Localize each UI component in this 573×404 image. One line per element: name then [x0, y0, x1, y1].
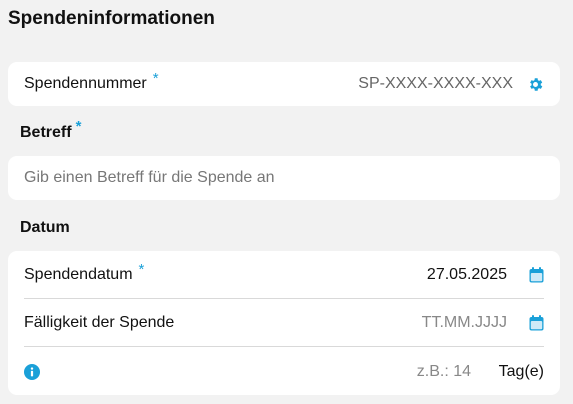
date-section-label: Datum [20, 219, 70, 236]
date-card: Spendendatum * 27.05.2025 Fälligkeit der… [8, 251, 560, 395]
gear-icon[interactable] [527, 76, 544, 98]
divider [24, 346, 544, 347]
subject-label-group: Betreff * [20, 118, 81, 142]
subject-input[interactable]: Gib einen Betreff für die Spende an [8, 156, 560, 200]
required-mark: * [152, 69, 159, 87]
donation-date-value: 27.05.2025 [426, 266, 507, 283]
donation-date-label: Spendendatum [24, 266, 133, 283]
due-date-label: Fälligkeit der Spende [24, 314, 175, 331]
days-unit-label: Tag(e) [498, 363, 544, 380]
info-icon[interactable] [24, 364, 40, 385]
calendar-icon[interactable] [529, 315, 544, 336]
required-mark: * [138, 260, 145, 278]
donation-number-label: Spendennummer [24, 75, 147, 92]
due-date-placeholder: TT.MM.JJJJ [421, 314, 507, 331]
calendar-icon[interactable] [529, 267, 544, 288]
required-mark: * [75, 118, 82, 135]
days-input[interactable]: z.B.: 14 [417, 363, 471, 381]
donation-number-card: Spendennummer * SP-XXXX-XXXX-XXX [8, 62, 560, 106]
page-title: Spendeninformationen [8, 8, 215, 29]
subject-label: Betreff [20, 124, 72, 141]
donation-number-value: SP-XXXX-XXXX-XXX [358, 75, 513, 92]
subject-placeholder: Gib einen Betreff für die Spende an [24, 169, 275, 186]
